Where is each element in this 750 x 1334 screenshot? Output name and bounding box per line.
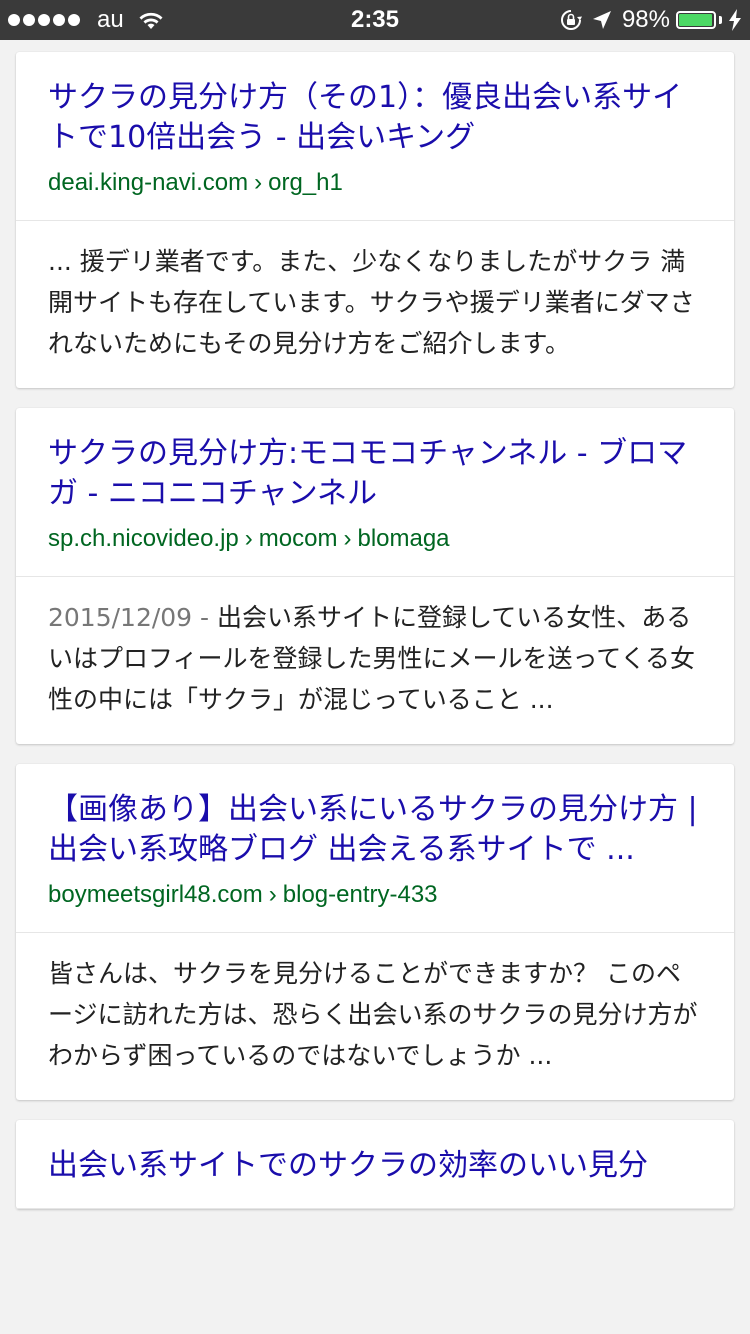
url-path: blomaga: [357, 525, 450, 552]
status-bar: au 2:35 98%: [0, 0, 750, 40]
url-path: mocom: [258, 525, 338, 552]
charging-bolt-icon: [729, 9, 741, 31]
result-card: 出会い系サイトでのサクラの効率のいい見分: [16, 1120, 734, 1209]
url-path: blog-entry-433: [282, 881, 438, 908]
orientation-lock-icon: [560, 10, 582, 30]
result-title-link[interactable]: 【画像あり】出会い系にいるサクラの見分け方 | 出会い系攻略ブログ 出会える系サ…: [48, 790, 702, 870]
url-separator: ›: [343, 525, 352, 552]
url-separator: ›: [268, 881, 277, 908]
result-card: サクラの見分け方:モコモコチャンネル - ブロマガ - ニコニコチャンネル sp…: [16, 408, 734, 744]
snippet-text: 皆さんは、サクラを見分けることができますか？ このページに訪れた方は、恐らく出会…: [48, 959, 698, 1070]
url-path: org_h1: [268, 169, 343, 196]
result-date: 2015/12/09 -: [48, 603, 218, 632]
battery-fill: [679, 14, 713, 26]
battery-percent: 98%: [621, 6, 670, 33]
result-card: サクラの見分け方（その1）：優良出会い系サイトで10倍出会う - 出会いキング …: [16, 52, 734, 388]
result-card: 【画像あり】出会い系にいるサクラの見分け方 | 出会い系攻略ブログ 出会える系サ…: [16, 764, 734, 1100]
result-header: サクラの見分け方:モコモコチャンネル - ブロマガ - ニコニコチャンネル sp…: [16, 408, 734, 577]
result-title-link[interactable]: サクラの見分け方:モコモコチャンネル - ブロマガ - ニコニコチャンネル: [48, 434, 702, 514]
result-snippet: 2015/12/09 - 出会い系サイトに登録している女性、あるいはプロフィール…: [16, 577, 734, 744]
battery-cap: [719, 16, 722, 24]
result-header: サクラの見分け方（その1）：優良出会い系サイトで10倍出会う - 出会いキング …: [16, 52, 734, 221]
snippet-text: ... 援デリ業者です。また、少なくなりましたがサクラ 満開サイトも存在していま…: [48, 247, 695, 358]
result-snippet: 皆さんは、サクラを見分けることができますか？ このページに訪れた方は、恐らく出会…: [16, 933, 734, 1100]
battery-icon: [676, 11, 716, 29]
url-domain: sp.ch.nicovideo.jp: [48, 525, 239, 552]
status-right: 98%: [560, 0, 742, 40]
result-header: 出会い系サイトでのサクラの効率のいい見分: [16, 1120, 734, 1209]
location-arrow-icon: [592, 11, 611, 29]
result-title-link[interactable]: 出会い系サイトでのサクラの効率のいい見分: [48, 1146, 702, 1186]
result-snippet: ... 援デリ業者です。また、少なくなりましたがサクラ 満開サイトも存在していま…: [16, 221, 734, 388]
url-domain: deai.king-navi.com: [48, 169, 249, 196]
result-url[interactable]: boymeetsgirl48.com › blog-entry-433: [48, 880, 702, 910]
result-url[interactable]: sp.ch.nicovideo.jp › mocom › blomaga: [48, 524, 702, 554]
result-title-link[interactable]: サクラの見分け方（その1）：優良出会い系サイトで10倍出会う - 出会いキング: [48, 78, 702, 158]
url-separator: ›: [244, 525, 253, 552]
result-header: 【画像あり】出会い系にいるサクラの見分け方 | 出会い系攻略ブログ 出会える系サ…: [16, 764, 734, 933]
search-results: サクラの見分け方（その1）：優良出会い系サイトで10倍出会う - 出会いキング …: [16, 52, 734, 1229]
url-domain: boymeetsgirl48.com: [48, 881, 263, 908]
url-separator: ›: [254, 169, 263, 196]
result-url[interactable]: deai.king-navi.com › org_h1: [48, 168, 702, 198]
